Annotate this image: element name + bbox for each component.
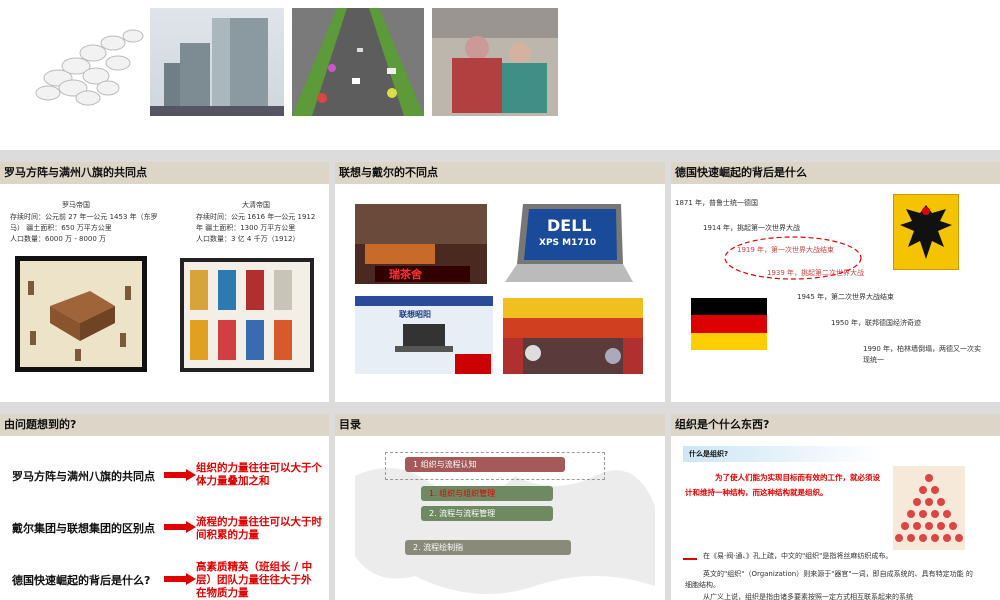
question-2: 戴尔集团与联想集团的区别点 (12, 522, 155, 535)
slide-title: 联想与戴尔的不同点 (335, 162, 665, 184)
slide-title: 组织是个什么东西? (671, 414, 1000, 436)
silo-tanks-image (150, 8, 284, 116)
empire-info-right-2: 年 疆土面积：1300 万平方公里 (196, 224, 296, 232)
highway-traffic-image (292, 8, 424, 116)
toc-item-1[interactable]: 1 组织与流程认知 (405, 457, 565, 472)
arrow-right-icon (164, 573, 196, 585)
arrow-right-icon (164, 521, 196, 533)
answer-1: 组织的力量往往可以大于个体力量叠加之和 (196, 462, 322, 487)
slide-title: 由问题想到的? (0, 414, 329, 436)
definition-text: 为了使人们能为实现目标而有效的工作，就必须设计和维持一种结构，而这种结构就是组织… (685, 473, 880, 497)
arrow-right-icon (164, 469, 196, 481)
answer-3: 高素质精英（班组长 / 中层）团队力量往往大于外在物质力量 (196, 561, 313, 599)
lenovo-shop-image (503, 298, 643, 374)
qing-banners-image (180, 258, 314, 372)
etymology-chinese: 在《易·阀·通、》孔上疏，中文的"组织"是指将丝麻纺织成布。 (703, 552, 893, 560)
slide-questions[interactable]: 由问题想到的? 罗马方阵与满州八旗的共同点 组织的力量往往可以大于个体力量叠加之… (0, 414, 329, 600)
slide-what-is-organization[interactable]: 组织是个什么东西? 什么是组织? 为了使人们能为实现目标而有效的工作，就必须设计… (671, 414, 1000, 600)
empire-info-left-3: 人口数量：6000 万 - 8000 万 (10, 235, 107, 243)
dell-model-label: XPS M1710 (539, 238, 597, 248)
toc-item-2[interactable]: 2. 流程绘制指 (405, 540, 571, 555)
restaurant-sign-text: 瑞茶舍 (389, 268, 422, 281)
workers-photo-image (432, 8, 558, 116)
empire-name-left: 罗马帝国 (62, 201, 90, 209)
slide-roman-qing[interactable]: 罗马方阵与满州八旗的共同点 罗马帝国 存续时间：公元前 27 年一公元 1453… (0, 162, 329, 402)
subtitle: 什么是组织? (689, 450, 729, 458)
slide-title: 德国快速崛起的背后是什么 (671, 162, 1000, 184)
roman-phalanx-image (15, 256, 147, 372)
german-eagle-emblem (893, 194, 959, 270)
broad-definition: 从广义上说，组织是指由诸多要素按照一定方式相互联系起来的系统 (703, 593, 913, 600)
top-strip (0, 0, 1000, 150)
slide-title: 目录 (335, 414, 665, 436)
lenovo-store-image: 联想昭阳 (355, 296, 493, 374)
red-dash-marker (683, 558, 697, 560)
timeline-event-1: 1871 年，普鲁士统一德国 (675, 199, 759, 207)
timeline-event-5: 1945 年，第二次世界大战结束 (797, 293, 895, 301)
slide-title: 罗马方阵与满州八旗的共同点 (0, 162, 329, 184)
slide-lenovo-dell[interactable]: 联想与戴尔的不同点 瑞茶舍 DELL XPS M1710 联想昭阳 (335, 162, 665, 402)
human-pyramid-image (893, 466, 965, 550)
dell-brand-label: DELL (547, 216, 592, 235)
slide-germany-rise[interactable]: 德国快速崛起的背后是什么 1871 年，普鲁士统一德国 1914 年，挑起第一次… (671, 162, 1000, 402)
question-3: 德国快速崛起的背后是什么? (12, 574, 151, 587)
war-period-ellipse (724, 236, 862, 280)
empire-info-left-1: 存续时间：公元前 27 年一公元 1453 年（东罗 (10, 213, 158, 221)
empire-info-right-1: 存续时间：公元 1616 年一公元 1912 (196, 213, 316, 221)
answer-2: 流程的力量往往可以大于时间积累的力量 (196, 516, 322, 541)
pills-image (18, 8, 148, 116)
restaurant-sign-image: 瑞茶舍 (355, 204, 487, 284)
toc-item-1-1[interactable]: 1. 组织与组织管理 (421, 486, 553, 501)
question-1: 罗马方阵与满州八旗的共同点 (12, 470, 155, 483)
timeline-event-2: 1914 年，挑起第一次世界大战 (703, 224, 801, 232)
german-flag (691, 298, 767, 350)
timeline-event-6: 1950 年，联邦德国经济奇迹 (831, 319, 922, 327)
dell-laptop-image: DELL XPS M1710 (503, 202, 633, 284)
timeline-event-7: 1990 年，柏林墙倒塌，两德又一次实现统一 (863, 345, 982, 364)
empire-info-right-3: 人口数量：3 亿 4 千万（1912） (196, 235, 300, 243)
slide-toc[interactable]: 目录 1 组织与流程认知 1. 组织与组织管理 2. 流程与流程管理 2. 流程… (335, 414, 665, 600)
lenovo-store-sign: 联想昭阳 (399, 310, 431, 319)
empire-info-left-2: 马） 疆土面积：650 万平方公里 (10, 224, 112, 232)
toc-item-1-2[interactable]: 2. 流程与流程管理 (421, 506, 553, 521)
etymology-english: 英文的"组织"（Organization）则来源于"器官"一词，即自成系统的、具… (685, 570, 973, 589)
empire-name-right: 大清帝国 (242, 201, 270, 209)
